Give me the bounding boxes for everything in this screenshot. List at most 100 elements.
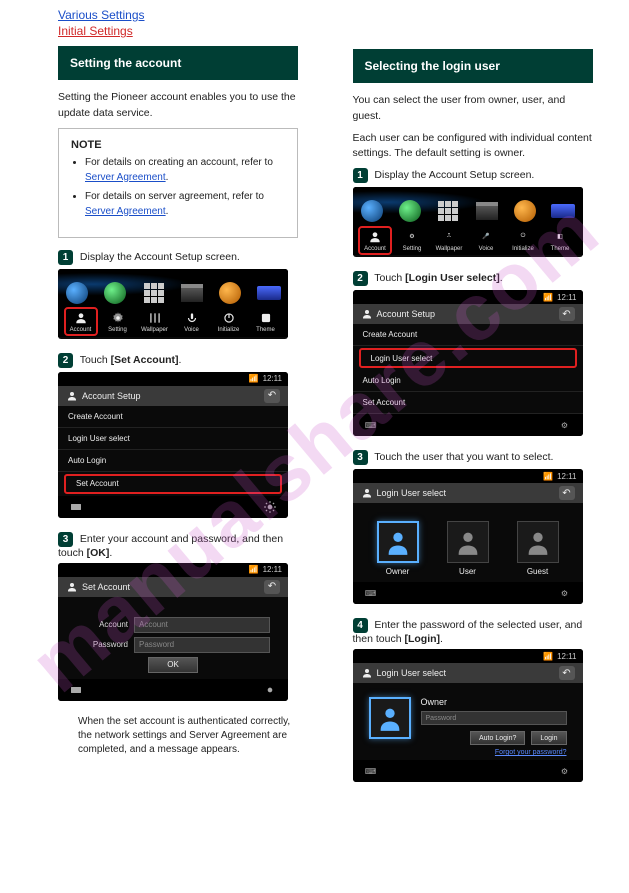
keyboard-icon[interactable]: ⌨: [361, 417, 381, 433]
screenshot-settings-bar: Account ⚙Setting ⎍Wallpaper 🎤Voice ⏻Init…: [353, 187, 583, 257]
list-item-set-account[interactable]: Set Account: [64, 474, 282, 494]
user-owner[interactable]: Owner: [377, 521, 419, 576]
mic-icon: [184, 310, 200, 326]
power-icon: ⏻: [515, 229, 531, 245]
dock-music-icon: [101, 279, 129, 307]
screenshot-settings-bar: Account Setting Wallpaper Voice Initiali…: [58, 269, 288, 339]
keyboard-icon[interactable]: ⌨: [361, 585, 381, 601]
back-icon[interactable]: ↶: [559, 666, 575, 680]
back-icon[interactable]: ↶: [559, 307, 575, 321]
step-text: Touch: [374, 272, 405, 284]
step-badge: 3: [353, 450, 368, 465]
gear-icon: ⚙: [404, 229, 420, 245]
login-password-input[interactable]: Password: [421, 711, 567, 725]
wifi-icon: 📶: [543, 472, 553, 481]
person-icon: [361, 667, 373, 679]
gear-icon[interactable]: ⚙: [555, 585, 575, 601]
dock-apps-icon: [434, 197, 462, 225]
step-badge: 1: [353, 168, 368, 183]
settings-item-account[interactable]: Account: [64, 307, 98, 336]
list-item[interactable]: Create Account: [58, 406, 288, 428]
gear-icon[interactable]: [260, 682, 280, 698]
keyboard-icon[interactable]: [66, 682, 86, 698]
intro-right-2: Each user can be configured with individ…: [353, 131, 593, 163]
password-input[interactable]: Password: [134, 637, 270, 653]
user-label: Guest: [527, 567, 548, 576]
settings-item-voice[interactable]: Voice: [175, 310, 209, 333]
screenshot-account-setup: 📶12:11 Account Setup ↶ Create Account Lo…: [58, 372, 288, 518]
dock-globe-icon: [63, 279, 91, 307]
gear-icon[interactable]: ⚙: [555, 763, 575, 779]
note-title: NOTE: [71, 139, 285, 151]
note-link[interactable]: Server Agreement: [85, 206, 166, 217]
settings-item-wallpaper[interactable]: Wallpaper: [138, 310, 172, 333]
step-text: Touch the user that you want to select.: [374, 451, 553, 463]
settings-item-setting[interactable]: Setting: [101, 310, 135, 333]
screenshot-set-account: 📶12:11 Set Account ↶ Account Account Pas…: [58, 563, 288, 701]
user-user[interactable]: User: [447, 521, 489, 576]
status-time: 12:11: [557, 652, 576, 661]
status-time: 12:11: [263, 565, 282, 574]
person-icon: [66, 390, 78, 402]
keyboard-icon[interactable]: [66, 499, 86, 515]
settings-item-setting[interactable]: ⚙Setting: [395, 229, 429, 252]
settings-label: Voice: [479, 246, 494, 252]
dock-apps-icon: [140, 279, 168, 307]
screenshot-account-setup: 📶12:11 Account Setup ↶ Create Account Lo…: [353, 290, 583, 436]
settings-item-voice[interactable]: 🎤Voice: [469, 229, 503, 252]
list-item-login-user-select[interactable]: Login User select: [359, 348, 577, 368]
list-item[interactable]: Login User select: [58, 428, 288, 450]
back-icon[interactable]: ↶: [264, 389, 280, 403]
list-item[interactable]: Auto Login: [353, 370, 583, 392]
step-badge: 2: [353, 271, 368, 286]
intro-right-1: You can select the user from owner, user…: [353, 93, 593, 125]
forgot-password-link[interactable]: Forgot your password?: [421, 749, 567, 756]
dock-usb-icon: [549, 197, 577, 225]
settings-item-initialize[interactable]: Initialize: [212, 310, 246, 333]
step-4: 4 Enter the password of the selected use…: [353, 618, 593, 645]
dock-video-icon: [473, 197, 501, 225]
step-2: 2 Touch [Set Account].: [58, 353, 298, 368]
person-icon: [367, 229, 383, 245]
ok-button[interactable]: OK: [148, 657, 198, 673]
settings-item-initialize[interactable]: ⏻Initialize: [506, 229, 540, 252]
settings-item-wallpaper[interactable]: ⎍Wallpaper: [432, 229, 466, 252]
person-icon: [66, 581, 78, 593]
settings-item-theme[interactable]: Theme: [249, 310, 283, 333]
dock-audio-icon: [511, 197, 539, 225]
login-button[interactable]: Login: [531, 731, 566, 745]
login-user-name: Owner: [421, 697, 567, 707]
gear-icon[interactable]: ⚙: [555, 417, 575, 433]
account-input[interactable]: Account: [134, 617, 270, 633]
status-time: 12:11: [263, 374, 282, 383]
user-guest[interactable]: Guest: [517, 521, 559, 576]
step-text: Enter the password of the selected user,…: [353, 619, 583, 645]
settings-item-account[interactable]: Account: [358, 226, 392, 255]
settings-item-theme[interactable]: ◧Theme: [543, 229, 577, 252]
screen-title: Login User select: [377, 668, 447, 678]
note-link[interactable]: Server Agreement: [85, 172, 166, 183]
step-badge: 1: [58, 250, 73, 265]
list-item[interactable]: Auto Login: [58, 450, 288, 472]
dock-audio-icon: [216, 279, 244, 307]
list-item[interactable]: Create Account: [353, 324, 583, 346]
keyboard-icon[interactable]: ⌨: [361, 763, 381, 779]
gear-icon[interactable]: [260, 499, 280, 515]
back-icon[interactable]: ↶: [559, 486, 575, 500]
note-box: NOTE For details on creating an account,…: [58, 128, 298, 238]
back-icon[interactable]: ↶: [264, 580, 280, 594]
person-icon: [361, 487, 373, 499]
settings-label: Theme: [551, 246, 570, 252]
auto-login-button[interactable]: Auto Login?: [470, 731, 525, 745]
step-text: Display the Account Setup screen.: [80, 251, 240, 263]
step-badge: 3: [58, 532, 73, 547]
step-3-sub: When the set account is authenticated co…: [78, 715, 298, 757]
breadcrumb-subsection[interactable]: Initial Settings: [58, 24, 325, 38]
heading-right: Selecting the login user: [353, 49, 593, 83]
dock-video-icon: [178, 279, 206, 307]
note-text: For details on server agreement, refer t…: [85, 191, 264, 202]
avatar: [369, 697, 411, 739]
screen-title: Login User select: [377, 488, 447, 498]
list-item[interactable]: Set Account: [353, 392, 583, 414]
breadcrumb-section[interactable]: Various Settings: [58, 8, 325, 22]
